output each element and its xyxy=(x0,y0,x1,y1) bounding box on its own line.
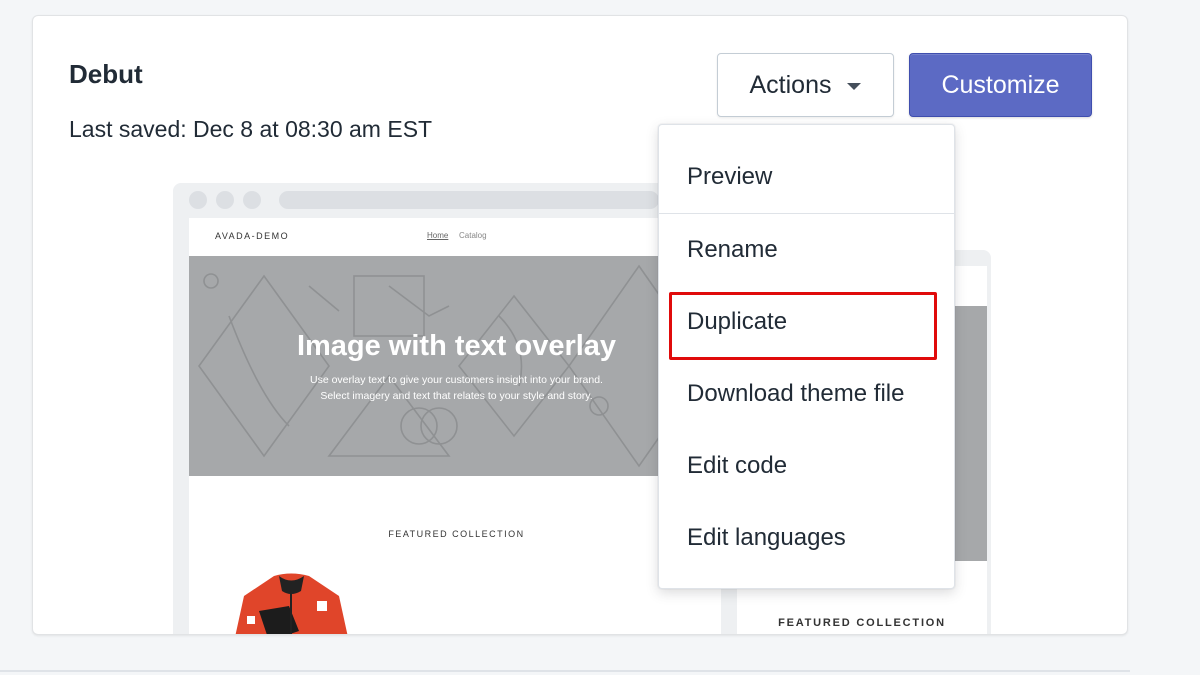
preview-hero-image: Image with text overlay Use overlay text… xyxy=(189,256,708,476)
window-dot-icon xyxy=(243,191,261,209)
preview-url-bar xyxy=(279,191,659,209)
preview-featured-label: FEATURED COLLECTION xyxy=(388,529,525,539)
preview-nav-home: Home xyxy=(427,231,449,240)
preview-nav-catalog: Catalog xyxy=(459,231,487,240)
actions-menu: Preview Rename Duplicate Download theme … xyxy=(658,124,955,589)
menu-item-duplicate[interactable]: Duplicate xyxy=(687,308,787,336)
jacket-product-image-icon xyxy=(235,573,348,634)
theme-title: Debut xyxy=(69,59,143,89)
preview-hero-title: Image with text overlay xyxy=(296,330,617,362)
actions-button-label: Actions xyxy=(749,70,832,99)
preview-hero-subtitle-line: Use overlay text to give your customers … xyxy=(310,374,603,386)
menu-item-preview[interactable]: Preview xyxy=(687,163,772,191)
preview-hero-subtitle-line: Select imagery and text that relates to … xyxy=(320,390,593,402)
menu-item-download-theme-file[interactable]: Download theme file xyxy=(687,380,904,408)
menu-item-edit-code[interactable]: Edit code xyxy=(687,452,787,480)
caret-down-icon xyxy=(847,82,862,90)
preview-logo: AVADA-DEMO xyxy=(215,231,290,241)
customize-button[interactable]: Customize xyxy=(909,53,1092,117)
page-divider xyxy=(0,670,1130,672)
menu-item-edit-languages[interactable]: Edit languages xyxy=(687,524,846,552)
preview-site-header: AVADA-DEMO Home Catalog xyxy=(189,218,708,256)
window-dot-icon xyxy=(216,191,234,209)
menu-item-rename[interactable]: Rename xyxy=(687,236,778,264)
last-saved-text: Last saved: Dec 8 at 08:30 am EST xyxy=(69,116,433,142)
hero-line-art-icon xyxy=(198,264,708,468)
preview-site: AVADA-DEMO Home Catalog Image with text … xyxy=(189,218,708,634)
theme-preview-desktop: AVADA-DEMO Home Catalog Image with text … xyxy=(173,183,708,634)
menu-divider xyxy=(659,213,954,214)
theme-card: Debut Last saved: Dec 8 at 08:30 am EST … xyxy=(32,15,1128,635)
actions-button[interactable]: Actions xyxy=(717,53,894,117)
preview-mobile-featured-label: FEATURED COLLECTION xyxy=(778,617,946,629)
window-dot-icon xyxy=(189,191,207,209)
preview-hero-subtitle: Use overlay text to give your customers … xyxy=(189,372,708,404)
